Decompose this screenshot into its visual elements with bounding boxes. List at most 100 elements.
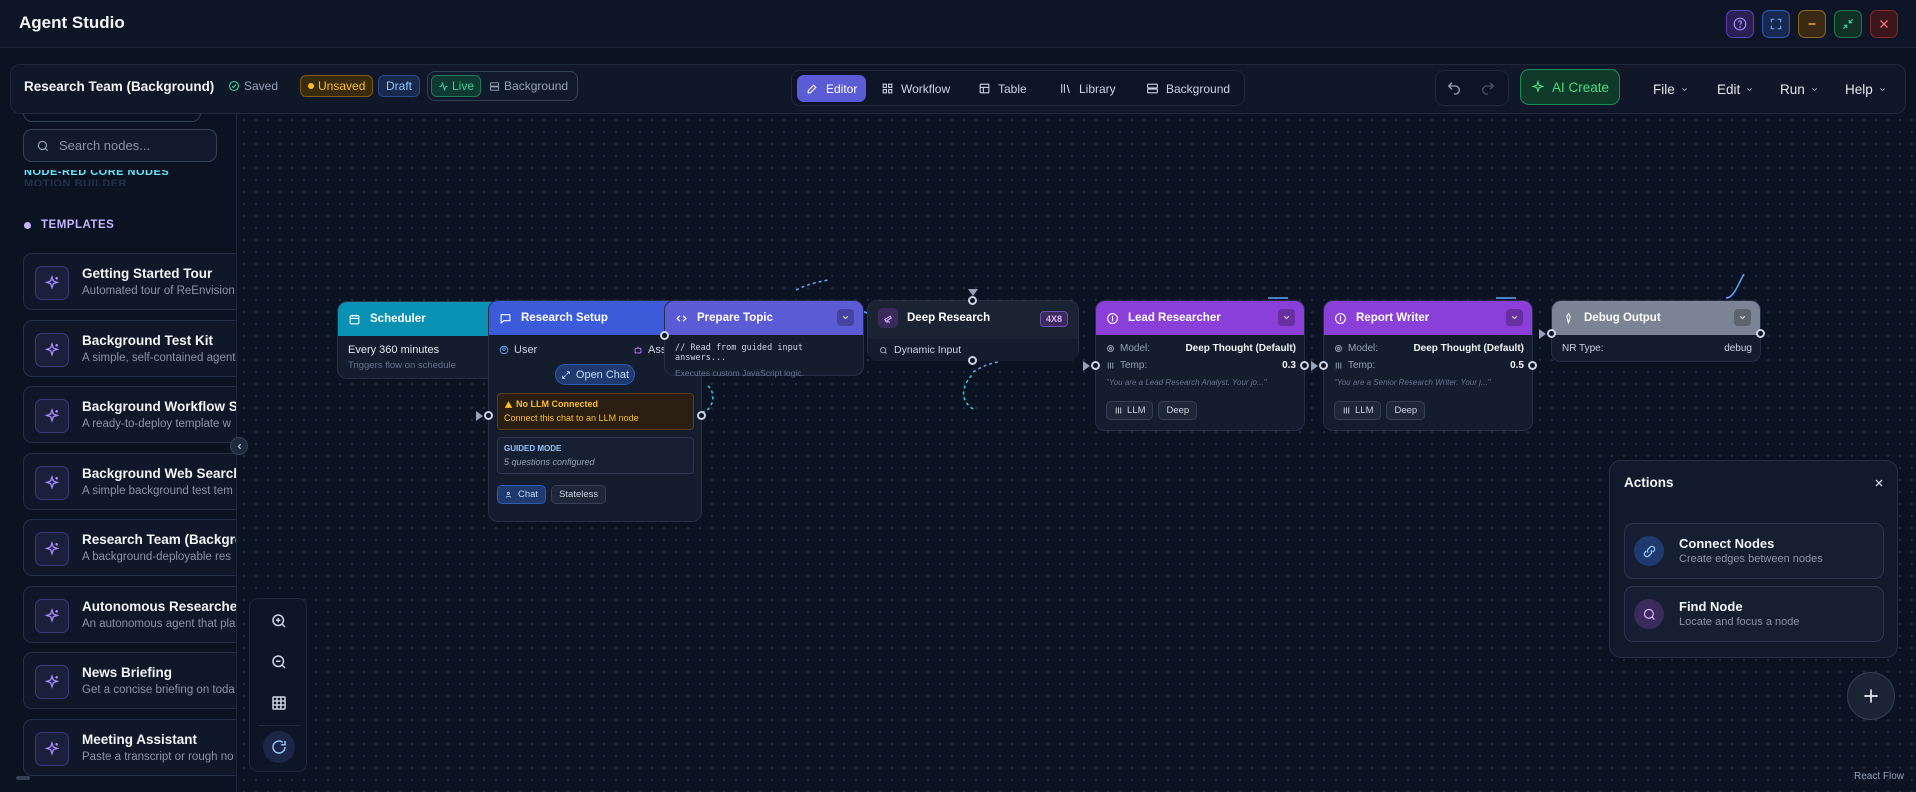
divider	[258, 725, 300, 726]
template-title: Getting Started Tour	[82, 266, 213, 281]
node-title: Report Writer	[1356, 312, 1430, 324]
menu-edit[interactable]: Edit	[1717, 82, 1754, 97]
template-desc: An autonomous agent that pla	[82, 618, 236, 630]
restore-icon[interactable]	[1834, 10, 1862, 38]
bug-icon	[1566, 312, 1571, 323]
bottom-handle[interactable]	[968, 356, 977, 365]
type-value: debug	[1724, 343, 1752, 354]
close-icon[interactable]	[1873, 476, 1885, 494]
node-title: Deep Research	[907, 312, 991, 324]
search-input[interactable]	[59, 138, 209, 153]
sidebar-collapse-button[interactable]	[230, 437, 248, 455]
ai-create-button[interactable]: AI Create	[1520, 69, 1620, 105]
output-handle[interactable]	[1756, 329, 1765, 338]
menu-file[interactable]: File	[1653, 82, 1689, 97]
sidebar-cut-heading-2: MOTION BUILDER	[24, 178, 127, 186]
node-title: Research Setup	[521, 312, 608, 324]
menu-help[interactable]: Help	[1845, 82, 1887, 97]
template-item[interactable]: Getting Started Tour Automated tour of R…	[23, 253, 236, 310]
template-title: News Briefing	[82, 665, 173, 680]
chevron-down-icon[interactable]	[1734, 309, 1751, 326]
live-toggle[interactable]: Live	[431, 75, 482, 97]
tab-table[interactable]: Table	[969, 75, 1036, 102]
input-handle[interactable]	[1547, 329, 1556, 338]
template-item[interactable]: Research Team (Backgro A background-depl…	[23, 519, 236, 576]
background-toggle[interactable]: Background	[483, 75, 574, 97]
unsaved-label: Unsaved	[318, 79, 366, 93]
model-row: Model: Deep Thought (Default)	[1106, 343, 1296, 354]
template-desc: Automated tour of ReEnvision	[82, 285, 235, 297]
node-description: Executes custom JavaScript logic.	[675, 368, 804, 378]
server-icon	[489, 81, 500, 91]
chevron-down-icon[interactable]	[1278, 309, 1295, 326]
lead-researcher-node[interactable]: Lead Researcher Model: Deep Thought (Def…	[1083, 300, 1309, 431]
saved-status: Saved	[221, 75, 285, 97]
report-writer-node[interactable]: Report Writer Model: Deep Thought (Defau…	[1311, 300, 1537, 431]
fit-view-button[interactable]	[263, 687, 295, 719]
zoom-out-button[interactable]	[263, 646, 295, 678]
refresh-button[interactable]	[263, 731, 295, 763]
template-item[interactable]: News Briefing Get a concise briefing on …	[23, 652, 236, 709]
scheduler-node[interactable]: Scheduler Every 360 minutes Triggers flo…	[337, 301, 507, 379]
input-handle[interactable]	[660, 331, 669, 340]
fullscreen-icon[interactable]	[1762, 10, 1790, 38]
app-window: Agent Studio Research Team (Background) …	[0, 0, 1916, 792]
menu-run[interactable]: Run	[1780, 82, 1819, 97]
close-icon[interactable]	[1870, 10, 1898, 38]
edge	[962, 373, 974, 410]
tab-table-label: Table	[998, 81, 1027, 96]
chevron-down-icon[interactable]	[837, 309, 854, 326]
node-pills: LLM Deep	[1334, 401, 1426, 420]
zoom-in-button[interactable]	[263, 605, 295, 637]
grid-icon	[882, 83, 893, 94]
chevron-down-icon	[1681, 88, 1687, 92]
template-item[interactable]: Background Workflow St A ready-to-deploy…	[23, 386, 236, 443]
input-handle[interactable]	[484, 411, 493, 420]
brain-icon	[1107, 312, 1118, 324]
open-chat-button[interactable]: Open Chat	[555, 364, 635, 385]
top-handle[interactable]	[968, 296, 977, 305]
template-item[interactable]: Meeting Assistant Paste a transcript or …	[23, 719, 236, 776]
add-node-button[interactable]	[1847, 672, 1895, 720]
template-item[interactable]: Autonomous Researcher An autonomous agen…	[23, 586, 237, 643]
prepare-topic-node[interactable]: Prepare Topic // Read from guided input …	[660, 300, 864, 378]
debug-output-node[interactable]: Debug Output NR Type: debug	[1539, 300, 1765, 362]
flow-canvas[interactable]: Scheduler Every 360 minutes Triggers flo…	[238, 114, 1916, 792]
resize-grip[interactable]	[16, 776, 30, 780]
undo-icon[interactable]	[1446, 80, 1462, 101]
template-item[interactable]: Background Test Kit A simple, self-conta…	[23, 320, 236, 377]
menu-run-label: Run	[1780, 82, 1805, 97]
find-node-action[interactable]: Find Node Locate and focus a node	[1624, 586, 1884, 642]
redo-icon[interactable]	[1480, 80, 1496, 101]
tab-library[interactable]: Library	[1050, 75, 1125, 102]
output-handle[interactable]	[1300, 361, 1309, 370]
type-row: NR Type: debug	[1562, 343, 1752, 354]
deep-research-node[interactable]: Deep Research 4X8 Dynamic Input	[867, 289, 1079, 365]
template-title: Autonomous Researcher	[82, 599, 237, 614]
node-title: Debug Output	[1584, 312, 1661, 324]
menu-file-label: File	[1653, 82, 1675, 97]
connect-nodes-action[interactable]: Connect Nodes Create edges between nodes	[1624, 523, 1884, 579]
tab-library-label: Library	[1079, 81, 1116, 96]
minimize-icon[interactable]	[1798, 10, 1826, 38]
tab-background[interactable]: Background	[1137, 75, 1239, 102]
input-handle[interactable]	[1319, 361, 1328, 370]
template-item[interactable]: Background Web Search A simple backgroun…	[23, 453, 236, 510]
attribution[interactable]: React Flow	[1854, 771, 1904, 782]
output-handle[interactable]	[1528, 361, 1537, 370]
gear-icon	[1335, 345, 1342, 352]
users-icon	[505, 491, 512, 498]
chevron-down-icon[interactable]	[1506, 309, 1523, 326]
check-circle-icon	[228, 80, 240, 92]
help-icon[interactable]	[1726, 10, 1754, 38]
type-label: NR Type:	[1562, 343, 1604, 354]
tab-editor[interactable]: Editor	[797, 75, 867, 102]
plus-icon	[1864, 689, 1878, 703]
stateless-pill: Stateless	[551, 485, 607, 504]
output-handle[interactable]	[697, 411, 706, 420]
tab-workflow[interactable]: Workflow	[872, 75, 959, 102]
gear-icon	[1107, 345, 1114, 352]
templates-heading[interactable]: TEMPLATES	[24, 219, 114, 231]
input-handle[interactable]	[1091, 361, 1100, 370]
expand-icon	[562, 370, 570, 379]
